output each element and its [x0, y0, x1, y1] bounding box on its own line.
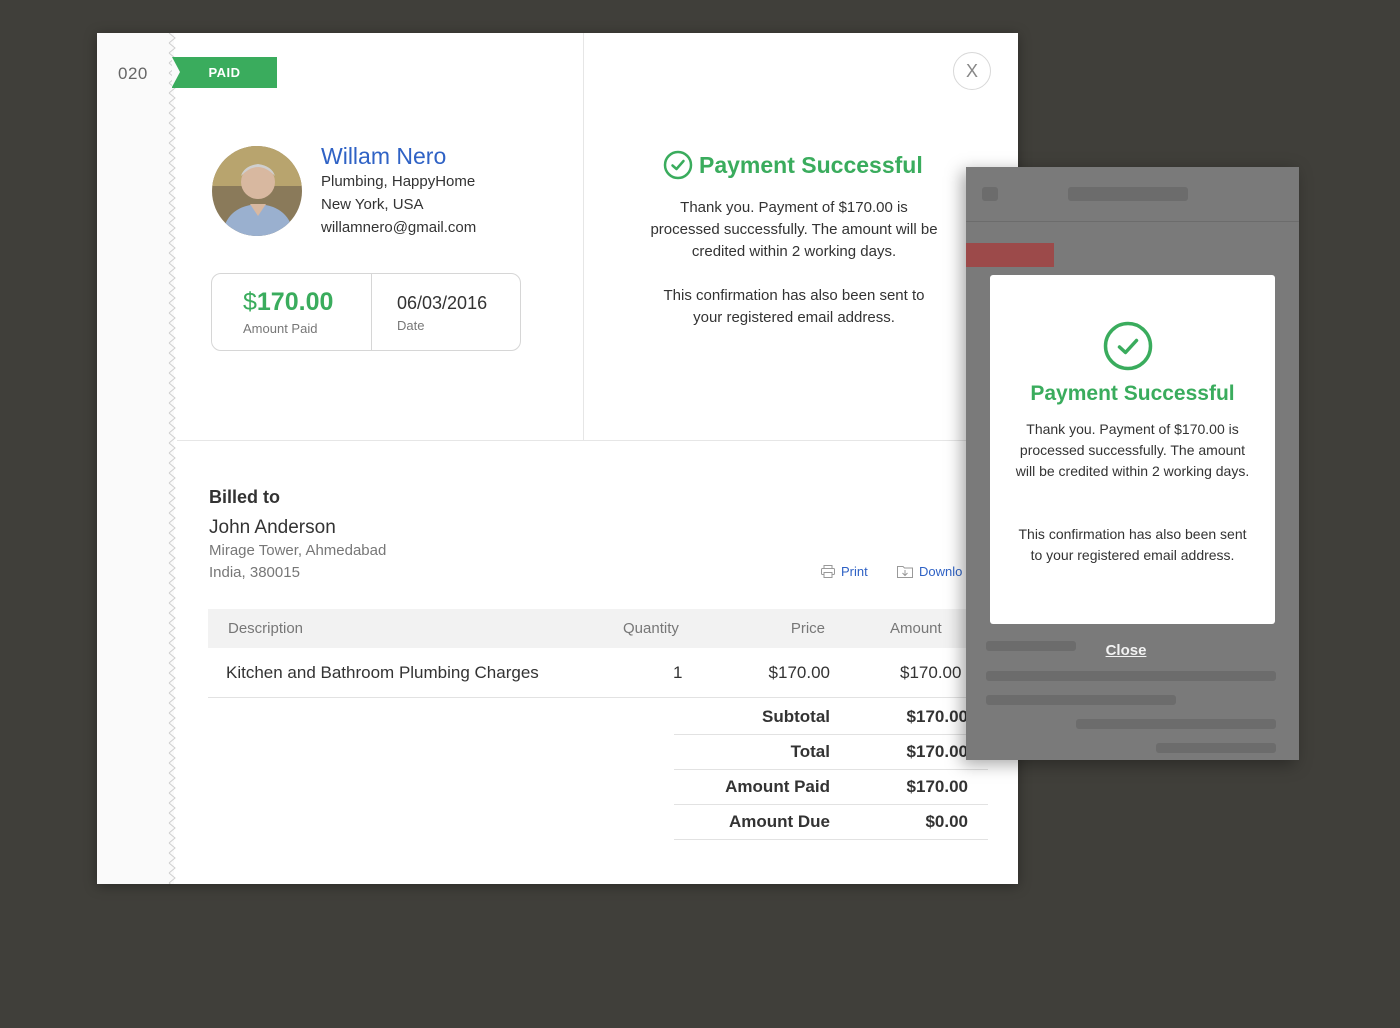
mobile-text-placeholder — [986, 641, 1076, 651]
mobile-text-placeholder — [1156, 743, 1276, 753]
item-quantity: 1 — [673, 663, 683, 682]
invoice-number: 020 — [118, 64, 148, 83]
amount-due-label: Amount Due — [728, 812, 830, 831]
vendor-email: willamnero@gmail.com — [321, 219, 477, 236]
mobile-text-placeholder — [986, 695, 1176, 705]
mobile-header-divider — [966, 221, 1299, 222]
item-description: Kitchen and Bathroom Plumbing Charges — [226, 663, 539, 682]
success-message: Thank you. Payment of $170.00 is process… — [650, 199, 938, 260]
amount-paid-label: Amount Paid — [243, 321, 318, 336]
amount-paid-total-label: Amount Paid — [725, 777, 830, 796]
item-price: $170.00 — [768, 663, 830, 682]
totals: Subtotal $170.00 Total $170.00 Amount Pa… — [674, 700, 988, 840]
billed-to-address-line1: Mirage Tower, Ahmedabad — [209, 542, 387, 559]
amount-number: 170.00 — [256, 288, 334, 316]
invoice-stub — [97, 33, 174, 884]
mobile-back-placeholder — [982, 187, 998, 201]
print-button[interactable]: Print — [821, 564, 868, 579]
payment-date-label: Date — [397, 318, 425, 333]
currency-symbol: $ — [243, 288, 257, 316]
total-label: Total — [790, 742, 830, 761]
success-title: Payment Successful — [699, 151, 923, 178]
date-cell: 06/03/2016 Date — [372, 274, 520, 350]
vendor-name[interactable]: Willam Nero — [321, 143, 446, 170]
status-badge: PAID — [172, 57, 277, 88]
mobile-text-placeholder — [1076, 719, 1276, 729]
items-table-header: Description Quantity Price Amount — [208, 609, 1018, 648]
download-label: Downlo — [919, 564, 963, 579]
amount-paid-value: $170.00 — [243, 288, 333, 317]
dialog-confirmation: This confirmation has also been sent to … — [1018, 526, 1247, 563]
close-button[interactable]: X — [953, 52, 991, 90]
status-badge-notch — [172, 57, 180, 87]
horizontal-divider — [177, 440, 1018, 441]
subtotal-value: $170.00 — [906, 707, 968, 726]
mobile-text-placeholder — [986, 671, 1276, 681]
vendor-location: New York, USA — [321, 196, 424, 213]
avatar — [212, 146, 302, 236]
printer-icon — [821, 565, 835, 578]
dialog-close-link[interactable]: Close — [1088, 642, 1164, 659]
billed-to-heading: Billed to — [209, 487, 280, 507]
invoice-card: 020 PAID Willam Nero Plumbing, HappyHome… — [97, 33, 1018, 884]
amount-paid-row: Amount Paid $170.00 — [674, 770, 988, 805]
item-amount: $170.00 — [900, 663, 962, 682]
payment-date: 06/03/2016 — [397, 293, 488, 313]
print-label: Print — [841, 564, 868, 579]
billed-to-name: John Anderson — [209, 517, 336, 538]
amount-paid-cell: $170.00 Amount Paid — [212, 274, 372, 350]
check-circle-icon — [663, 150, 693, 180]
payment-summary: $170.00 Amount Paid 06/03/2016 Date — [211, 273, 521, 351]
vendor-service: Plumbing, HappyHome — [321, 173, 476, 190]
success-heading: Payment Successful — [663, 150, 923, 180]
header-description: Description — [228, 620, 304, 637]
mobile-status-placeholder — [966, 243, 1054, 267]
mobile-title-placeholder — [1068, 187, 1188, 201]
zigzag-edge — [167, 33, 179, 884]
amount-paid-total-value: $170.00 — [906, 777, 968, 796]
check-circle-icon — [1103, 321, 1153, 371]
amount-due-value: $0.00 — [925, 812, 968, 831]
confirmation-message: This confirmation has also been sent to … — [663, 287, 925, 326]
subtotal-label: Subtotal — [762, 707, 830, 726]
billed-to-address-line2: India, 380015 — [209, 564, 300, 581]
close-icon: X — [965, 60, 978, 81]
total-row: Total $170.00 — [674, 735, 988, 770]
header-price: Price — [790, 620, 825, 637]
download-button[interactable]: Downlo — [897, 564, 962, 579]
amount-due-row: Amount Due $0.00 — [674, 805, 988, 840]
folder-download-icon — [897, 565, 913, 578]
success-dialog: Payment Successful Thank you. Payment of… — [990, 275, 1275, 624]
total-value: $170.00 — [906, 742, 968, 761]
header-amount: Amount — [890, 620, 942, 637]
subtotal-row: Subtotal $170.00 — [674, 700, 988, 735]
dialog-message: Thank you. Payment of $170.00 is process… — [1015, 421, 1250, 479]
vertical-divider — [583, 33, 584, 440]
dialog-title: Payment Successful — [1030, 382, 1235, 405]
table-row: Kitchen and Bathroom Plumbing Charges 1 … — [208, 649, 1018, 698]
mobile-preview: Payment Successful Thank you. Payment of… — [966, 167, 1299, 760]
header-quantity: Quantity — [623, 620, 679, 637]
